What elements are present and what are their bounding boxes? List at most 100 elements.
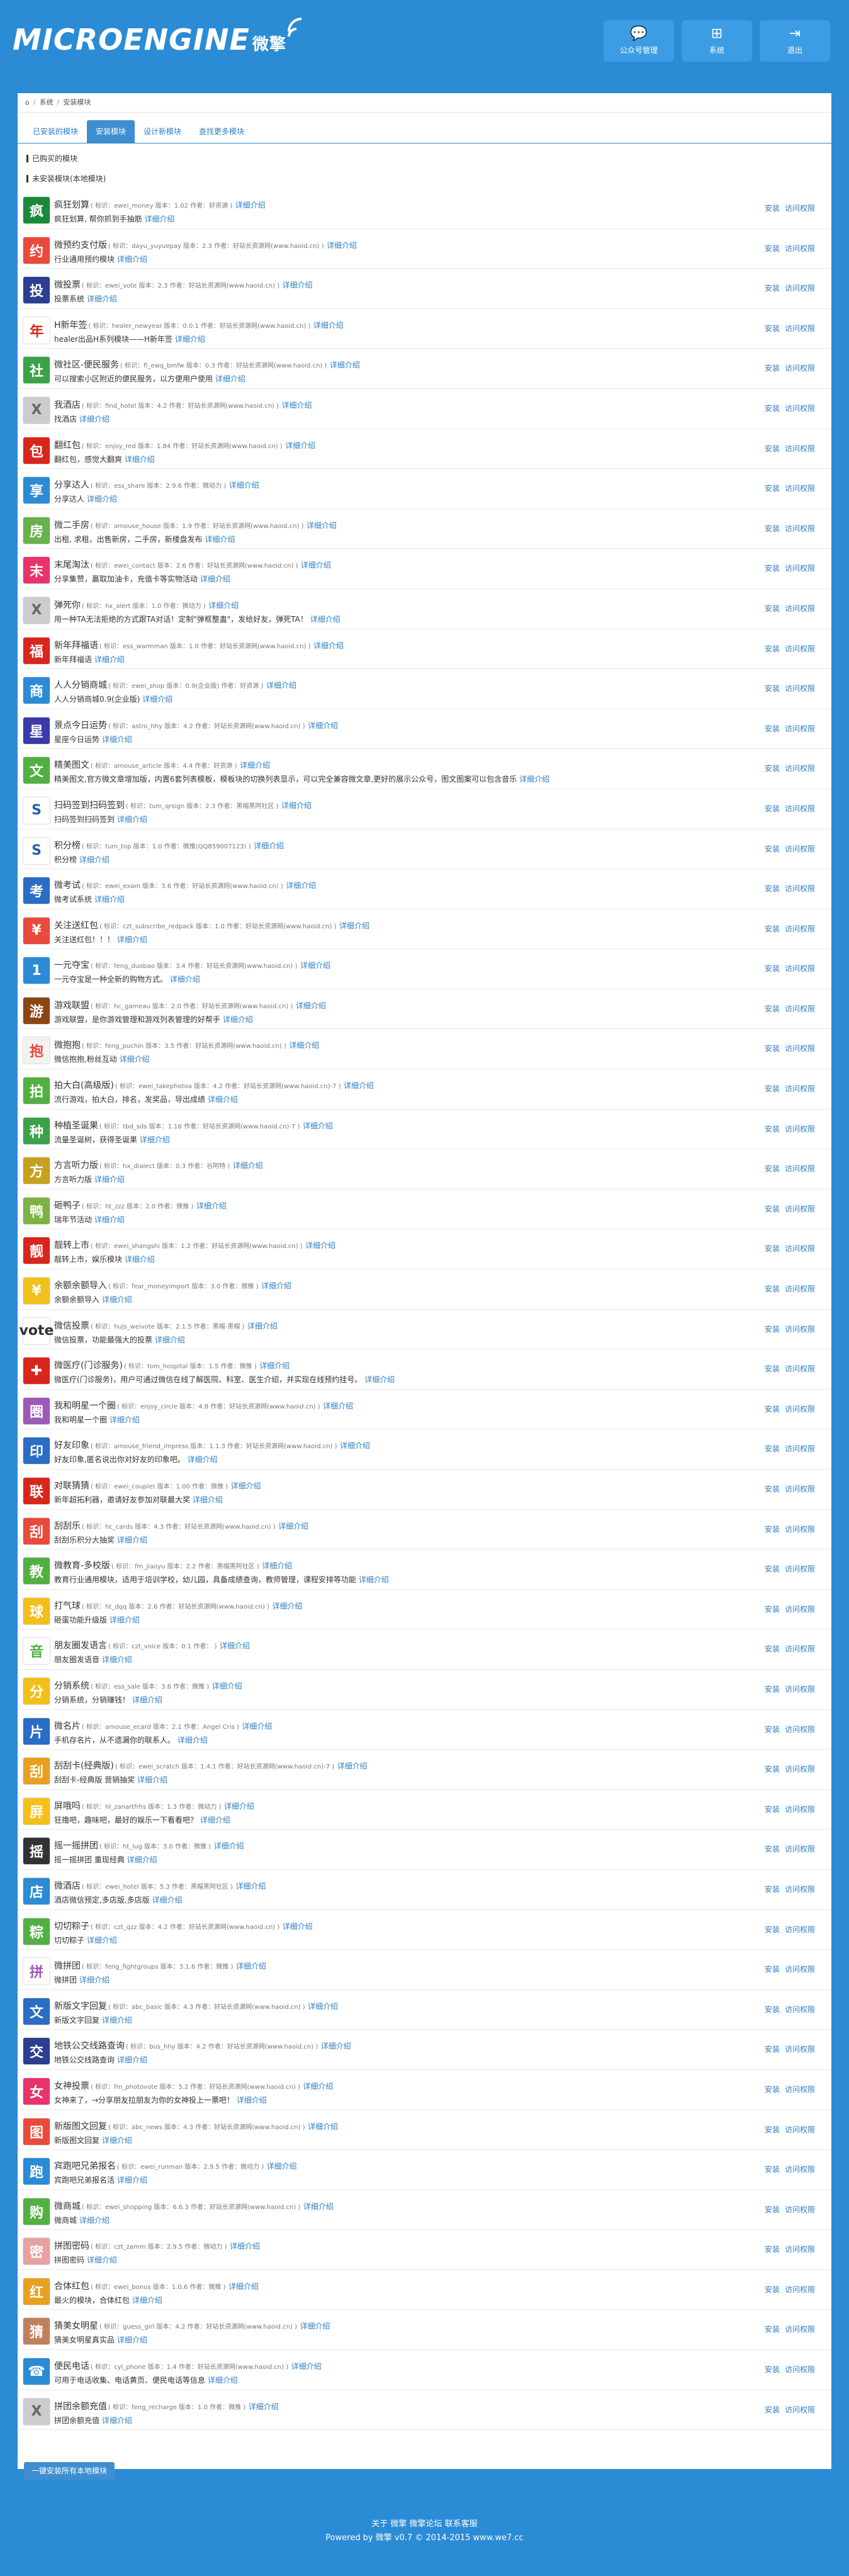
module-detail-link[interactable]: 详细介绍 [230, 2242, 260, 2251]
access-link[interactable]: 访问权限 [785, 964, 815, 973]
access-link[interactable]: 访问权限 [785, 1164, 815, 1173]
install-link[interactable]: 安装 [765, 2325, 780, 2334]
module-detail-link[interactable]: 详细介绍 [120, 1055, 150, 1064]
module-detail-link[interactable]: 详细介绍 [231, 1482, 261, 1490]
access-link[interactable]: 访问权限 [785, 324, 815, 333]
install-link[interactable]: 安装 [765, 764, 780, 773]
module-detail-link[interactable]: 详细介绍 [303, 2082, 333, 2091]
access-link[interactable]: 访问权限 [785, 404, 815, 413]
module-detail-link[interactable]: 详细介绍 [266, 681, 296, 690]
module-detail-link[interactable]: 详细介绍 [306, 521, 337, 530]
access-link[interactable]: 访问权限 [785, 1244, 815, 1253]
access-link[interactable]: 访问权限 [785, 764, 815, 773]
install-link[interactable]: 安装 [765, 1485, 780, 1493]
access-link[interactable]: 访问权限 [785, 2165, 815, 2174]
access-link[interactable]: 访问权限 [785, 364, 815, 373]
module-detail-link[interactable]: 详细介绍 [313, 321, 344, 330]
install-link[interactable]: 安装 [765, 1525, 780, 1534]
install-link[interactable]: 安装 [765, 1004, 780, 1013]
module-detail-link[interactable]: 详细介绍 [125, 455, 155, 464]
module-detail-link[interactable]: 详细介绍 [110, 1616, 140, 1624]
module-detail-link[interactable]: 详细介绍 [229, 481, 259, 490]
module-detail-link[interactable]: 详细介绍 [208, 2376, 238, 2385]
module-detail-link[interactable]: 详细介绍 [152, 1896, 182, 1904]
access-link[interactable]: 访问权限 [785, 1084, 815, 1093]
module-detail-link[interactable]: 详细介绍 [200, 1816, 230, 1825]
module-detail-link[interactable]: 详细介绍 [240, 761, 270, 770]
access-link[interactable]: 访问权限 [785, 845, 815, 853]
install-link[interactable]: 安装 [765, 1685, 780, 1694]
module-detail-link[interactable]: 详细介绍 [94, 655, 125, 664]
access-link[interactable]: 访问权限 [785, 1004, 815, 1013]
access-link[interactable]: 访问权限 [785, 2245, 815, 2254]
module-detail-link[interactable]: 详细介绍 [193, 1495, 223, 1504]
module-detail-link[interactable]: 详细介绍 [220, 1641, 250, 1650]
module-detail-link[interactable]: 详细介绍 [102, 2016, 132, 2025]
module-detail-link[interactable]: 详细介绍 [144, 215, 174, 223]
module-detail-link[interactable]: 详细介绍 [79, 1976, 110, 1984]
module-detail-link[interactable]: 详细介绍 [344, 1081, 374, 1090]
module-detail-link[interactable]: 详细介绍 [102, 1295, 132, 1304]
access-link[interactable]: 访问权限 [785, 1645, 815, 1653]
access-link[interactable]: 访问权限 [785, 2405, 815, 2414]
module-detail-link[interactable]: 详细介绍 [127, 1855, 157, 1864]
access-link[interactable]: 访问权限 [785, 2365, 815, 2374]
access-link[interactable]: 访问权限 [785, 684, 815, 693]
access-link[interactable]: 访问权限 [785, 2005, 815, 2014]
access-link[interactable]: 访问权限 [785, 1765, 815, 1774]
access-link[interactable]: 访问权限 [785, 884, 815, 893]
module-detail-link[interactable]: 详细介绍 [305, 1241, 335, 1250]
install-link[interactable]: 安装 [765, 845, 780, 853]
module-detail-link[interactable]: 详细介绍 [281, 801, 312, 810]
module-detail-link[interactable]: 详细介绍 [200, 575, 230, 583]
install-link[interactable]: 安装 [765, 1044, 780, 1053]
module-detail-link[interactable]: 详细介绍 [364, 1375, 395, 1384]
access-link[interactable]: 访问权限 [785, 1845, 815, 1853]
module-detail-link[interactable]: 详细介绍 [117, 255, 147, 264]
module-detail-link[interactable]: 详细介绍 [273, 1602, 303, 1611]
install-link[interactable]: 安装 [765, 284, 780, 293]
module-detail-link[interactable]: 详细介绍 [102, 735, 132, 744]
access-link[interactable]: 访问权限 [785, 444, 815, 453]
access-link[interactable]: 访问权限 [785, 1125, 815, 1133]
module-detail-link[interactable]: 详细介绍 [155, 1336, 185, 1344]
module-detail-link[interactable]: 详细介绍 [117, 815, 147, 824]
module-detail-link[interactable]: 详细介绍 [117, 2056, 147, 2064]
install-link[interactable]: 安装 [765, 1084, 780, 1093]
module-detail-link[interactable]: 详细介绍 [125, 1255, 155, 1264]
module-detail-link[interactable]: 详细介绍 [140, 1135, 170, 1144]
install-link[interactable]: 安装 [765, 644, 780, 653]
module-detail-link[interactable]: 详细介绍 [142, 695, 172, 704]
module-detail-link[interactable]: 详细介绍 [117, 935, 147, 944]
access-link[interactable]: 访问权限 [785, 1325, 815, 1334]
module-detail-link[interactable]: 详细介绍 [303, 2202, 334, 2211]
module-detail-link[interactable]: 详细介绍 [214, 1842, 244, 1850]
install-link[interactable]: 安装 [765, 1405, 780, 1414]
install-link[interactable]: 安装 [765, 1125, 780, 1133]
access-link[interactable]: 访问权限 [785, 644, 815, 653]
install-link[interactable]: 安装 [765, 2005, 780, 2014]
module-detail-link[interactable]: 详细介绍 [339, 921, 369, 930]
access-link[interactable]: 访问权限 [785, 604, 815, 613]
install-link[interactable]: 安装 [765, 2245, 780, 2254]
access-link[interactable]: 访问权限 [785, 2285, 815, 2294]
access-link[interactable]: 访问权限 [785, 1044, 815, 1053]
install-link[interactable]: 安装 [765, 1645, 780, 1653]
module-detail-link[interactable]: 详细介绍 [79, 2216, 110, 2225]
access-link[interactable]: 访问权限 [785, 2085, 815, 2094]
install-link[interactable]: 安装 [765, 964, 780, 973]
access-link[interactable]: 访问权限 [785, 284, 815, 293]
tab-installed[interactable]: 已安装的模块 [24, 120, 87, 143]
access-link[interactable]: 访问权限 [785, 1885, 815, 1894]
install-link[interactable]: 安装 [765, 204, 780, 213]
access-link[interactable]: 访问权限 [785, 1805, 815, 1814]
install-link[interactable]: 安装 [765, 724, 780, 733]
module-detail-link[interactable]: 详细介绍 [330, 361, 360, 369]
access-link[interactable]: 访问权限 [785, 2045, 815, 2054]
access-link[interactable]: 访问权限 [785, 724, 815, 733]
install-link[interactable]: 安装 [765, 604, 780, 613]
module-detail-link[interactable]: 详细介绍 [340, 1441, 370, 1450]
module-detail-link[interactable]: 详细介绍 [283, 1922, 313, 1931]
module-detail-link[interactable]: 详细介绍 [188, 1455, 218, 1464]
tab-find-more[interactable]: 查找更多模块 [190, 120, 253, 143]
